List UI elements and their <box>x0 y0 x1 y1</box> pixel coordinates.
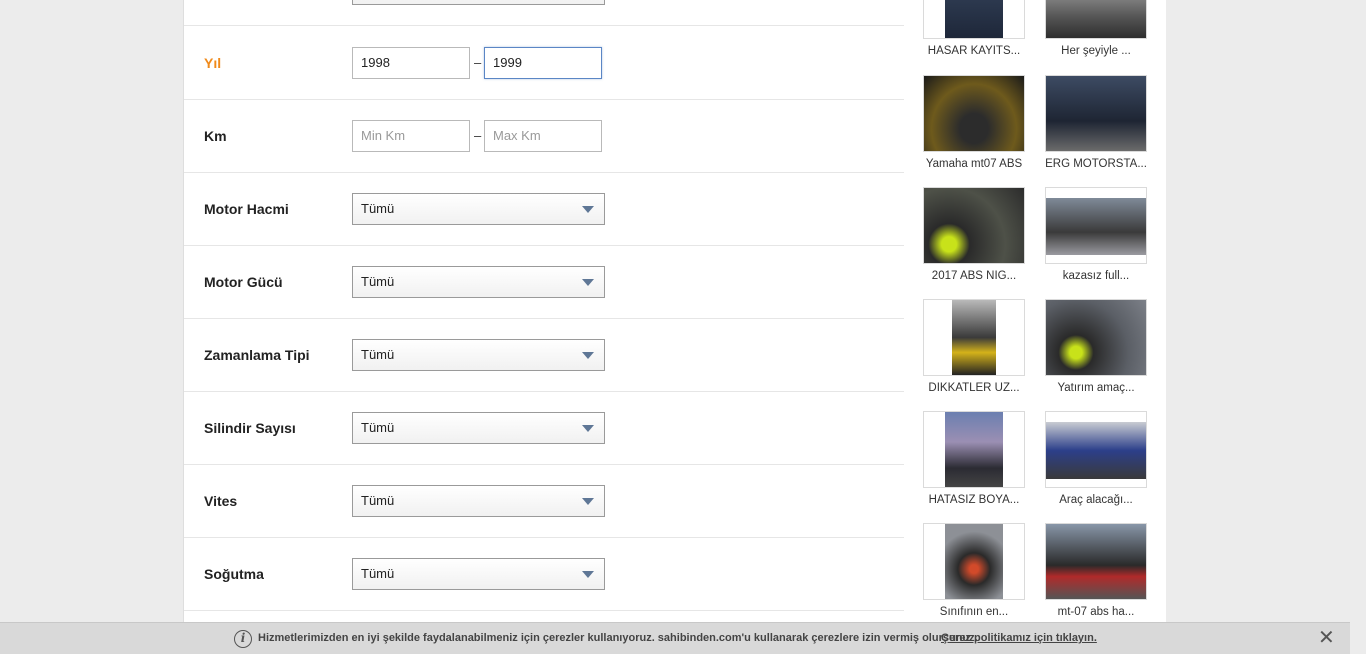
filter-row-km: Km Min Km – Max Km <box>184 100 904 173</box>
listing-item[interactable]: Yamaha mt07 ABS <box>923 75 1025 170</box>
motor-gucu-select[interactable]: Tümü <box>352 266 605 298</box>
vites-label: Vites <box>204 493 238 509</box>
km-max-input[interactable]: Max Km <box>484 120 602 152</box>
chevron-down-icon <box>582 352 594 359</box>
cookie-policy-link[interactable]: Çerez politikamız için tıklayın. <box>941 623 1097 654</box>
km-label: Km <box>204 128 227 144</box>
chevron-down-icon <box>582 425 594 432</box>
listing-caption: Sınıfının en... <box>939 606 1009 618</box>
listing-photo <box>1045 411 1147 488</box>
listing-item[interactable]: Araç alacağı... <box>1045 411 1147 506</box>
listing-caption: Yatırım amaç... <box>1057 382 1135 394</box>
listing-item[interactable]: ERG MOTORSTA... <box>1045 75 1147 170</box>
chevron-down-icon <box>582 498 594 505</box>
silindir-sayisi-select[interactable]: Tümü <box>352 412 605 444</box>
yil-max-input[interactable]: 1999 <box>484 47 602 79</box>
filter-row-motor-gucu: Motor Gücü Tümü <box>184 246 904 319</box>
range-separator: – <box>474 128 482 143</box>
listing-caption: HATASIZ BOYA... <box>928 494 1020 506</box>
listing-item[interactable]: Her şeyiyle ... <box>1045 0 1147 57</box>
listing-item[interactable]: HATASIZ BOYA... <box>923 411 1025 506</box>
yil-min-input[interactable]: 1998 <box>352 47 470 79</box>
listing-photo <box>923 411 1025 488</box>
sogutma-select[interactable]: Tümü <box>352 558 605 590</box>
listing-photo <box>1045 0 1147 39</box>
filter-row-vites: Vites Tümü <box>184 465 904 538</box>
select-value: Tümü <box>361 493 395 508</box>
sogutma-label: Soğutma <box>204 566 264 582</box>
previous-select[interactable] <box>352 0 605 5</box>
filter-panel: Yıl 1998 – 1999 Km Min Km – Max Km Motor… <box>183 0 904 654</box>
range-separator: – <box>474 55 482 70</box>
chevron-down-icon <box>582 279 594 286</box>
listing-photo <box>1045 523 1147 600</box>
info-icon: i <box>234 630 252 648</box>
select-value: Tümü <box>361 201 395 216</box>
scrollbar[interactable] <box>1350 622 1366 654</box>
yil-label: Yıl <box>204 55 222 71</box>
listing-caption: DİKKATLER ÜZ... <box>928 382 1020 394</box>
filter-row-silindir-sayisi: Silindir Sayısı Tümü <box>184 392 904 465</box>
listing-item[interactable]: Sınıfının en... <box>923 523 1025 618</box>
filter-row-yil: Yıl 1998 – 1999 <box>184 27 904 100</box>
select-value: Tümü <box>361 566 395 581</box>
listing-caption: HASAR KAYITS... <box>927 45 1021 57</box>
km-max-placeholder: Max Km <box>493 128 541 143</box>
motor-hacmi-select[interactable]: Tümü <box>352 193 605 225</box>
listing-caption: Yamaha mt07 ABS <box>925 158 1023 170</box>
listing-item[interactable]: kazasız full... <box>1045 187 1147 282</box>
km-min-placeholder: Min Km <box>361 128 406 143</box>
vites-select[interactable]: Tümü <box>352 485 605 517</box>
filter-row-motor-hacmi: Motor Hacmi Tümü <box>184 173 904 246</box>
listing-photo <box>1045 75 1147 152</box>
motor-gucu-label: Motor Gücü <box>204 274 283 290</box>
listing-caption: Araç alacağı... <box>1059 494 1133 506</box>
listing-item[interactable]: HASAR KAYITS... <box>923 0 1025 57</box>
select-value: Tümü <box>361 274 395 289</box>
cookie-message: Hizmetlerimizden en iyi şekilde faydalan… <box>258 632 978 644</box>
listing-item[interactable]: mt-07 abs ha... <box>1045 523 1147 618</box>
listing-item[interactable]: Yatırım amaç... <box>1045 299 1147 394</box>
filter-row-zamanlama-tipi: Zamanlama Tipi Tümü <box>184 319 904 392</box>
select-value: Tümü <box>361 347 395 362</box>
listing-caption: mt-07 abs ha... <box>1057 606 1135 618</box>
zamanlama-tipi-label: Zamanlama Tipi <box>204 347 310 363</box>
chevron-down-icon <box>582 206 594 213</box>
select-value: Tümü <box>361 420 395 435</box>
listing-photo <box>923 523 1025 600</box>
listing-item[interactable]: 2017 ABS NIG... <box>923 187 1025 282</box>
km-min-input[interactable]: Min Km <box>352 120 470 152</box>
chevron-down-icon <box>582 571 594 578</box>
listing-photo <box>923 75 1025 152</box>
listing-caption: ERG MOTORSTA... <box>1045 158 1147 170</box>
listing-photo <box>923 187 1025 264</box>
close-icon[interactable]: ✕ <box>1318 628 1335 648</box>
listing-sidebar: HASAR KAYITS... Her şeyiyle ... Yamaha m… <box>904 0 1166 654</box>
listing-photo <box>1045 187 1147 264</box>
filter-row-sogutma: Soğutma Tümü <box>184 538 904 611</box>
listing-photo <box>923 0 1025 39</box>
filter-row-previous <box>184 0 904 26</box>
silindir-sayisi-label: Silindir Sayısı <box>204 420 296 436</box>
cookie-consent-bar: i Hizmetlerimizden en iyi şekilde faydal… <box>0 622 1350 654</box>
listing-caption: 2017 ABS NIG... <box>931 270 1017 282</box>
zamanlama-tipi-select[interactable]: Tümü <box>352 339 605 371</box>
listing-photo <box>923 299 1025 376</box>
listing-item[interactable]: DİKKATLER ÜZ... <box>923 299 1025 394</box>
listing-caption: Her şeyiyle ... <box>1061 45 1131 57</box>
motor-hacmi-label: Motor Hacmi <box>204 201 289 217</box>
listing-photo <box>1045 299 1147 376</box>
listing-caption: kazasız full... <box>1062 270 1130 282</box>
